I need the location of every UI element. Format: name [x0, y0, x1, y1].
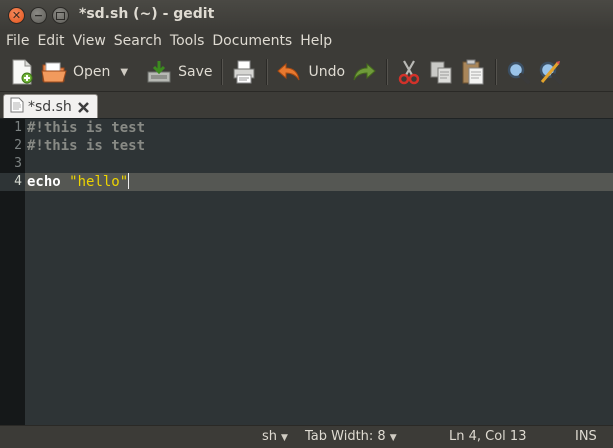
- print-button[interactable]: [228, 57, 260, 87]
- menu-help[interactable]: Help: [296, 33, 336, 49]
- undo-icon: [276, 59, 302, 85]
- menu-bar: File Edit View Search Tools Documents He…: [0, 30, 613, 52]
- find-icon: [505, 59, 531, 85]
- cut-button[interactable]: [393, 57, 425, 87]
- menu-edit[interactable]: Edit: [33, 33, 68, 49]
- minimize-window-button[interactable]: −: [30, 7, 47, 24]
- line-number: 3: [14, 156, 22, 171]
- chevron-down-icon: ▼: [389, 433, 397, 443]
- line-number: 2: [14, 138, 22, 153]
- keyword-token: echo: [27, 174, 61, 190]
- code-line-2: #!this is test: [27, 138, 146, 154]
- redo-button[interactable]: [348, 57, 380, 87]
- cut-icon: [396, 59, 422, 85]
- copy-button[interactable]: [425, 57, 457, 87]
- menu-file[interactable]: File: [2, 33, 33, 49]
- tab-width-selector[interactable]: Tab Width: 8 ▼: [305, 429, 397, 444]
- undo-button[interactable]: Undo: [273, 57, 348, 87]
- code-line-4: echo "hello": [27, 173, 130, 191]
- status-bar: sh ▼ Tab Width: 8 ▼ Ln 4, Col 13 INS: [0, 425, 613, 448]
- string-token: "hello": [69, 174, 129, 190]
- text-file-icon: [10, 97, 24, 117]
- save-label: Save: [178, 64, 213, 80]
- new-document-icon: [9, 59, 35, 85]
- chevron-down-icon: ▼: [281, 433, 288, 443]
- window-title: *sd.sh (~) - gedit: [79, 6, 215, 22]
- toolbar: Open ▼ Save Undo: [0, 53, 613, 91]
- insert-mode-indicator: INS: [575, 429, 597, 444]
- find-replace-button[interactable]: [534, 57, 566, 87]
- line-number: 1: [14, 120, 22, 135]
- menu-tools[interactable]: Tools: [166, 33, 209, 49]
- toolbar-separator: [495, 59, 497, 85]
- paste-icon: [460, 59, 486, 85]
- cursor-position: Ln 4, Col 13: [449, 429, 527, 444]
- new-button[interactable]: [6, 57, 38, 87]
- paste-button[interactable]: [457, 57, 489, 87]
- toolbar-separator: [386, 59, 388, 85]
- close-tab-icon[interactable]: [77, 98, 89, 117]
- menu-view[interactable]: View: [69, 33, 110, 49]
- toolbar-separator: [221, 59, 223, 85]
- chevron-down-icon[interactable]: ▼: [120, 67, 128, 78]
- redo-icon: [351, 59, 377, 85]
- text-editor[interactable]: 1 2 3 4 #!this is test #!this is test ec…: [0, 118, 613, 425]
- maximize-window-button[interactable]: [52, 7, 69, 24]
- save-button[interactable]: Save: [143, 57, 215, 87]
- open-button[interactable]: Open ▼: [38, 57, 131, 87]
- find-button[interactable]: [502, 57, 534, 87]
- text-cursor: [128, 173, 130, 189]
- menu-documents[interactable]: Documents: [208, 33, 296, 49]
- undo-label: Undo: [308, 64, 346, 80]
- toolbar-separator: [266, 59, 268, 85]
- find-replace-icon: [537, 59, 563, 85]
- tab-sd-sh[interactable]: *sd.sh: [3, 94, 98, 119]
- tab-label: *sd.sh: [28, 99, 72, 115]
- menu-search[interactable]: Search: [110, 33, 166, 49]
- title-bar: ✕ − *sd.sh (~) - gedit: [0, 0, 613, 30]
- line-number-current: 4: [0, 173, 25, 191]
- language-label: sh: [262, 429, 278, 444]
- code-line-1: #!this is test: [27, 120, 146, 136]
- language-selector[interactable]: sh ▼: [262, 429, 288, 444]
- close-window-button[interactable]: ✕: [8, 7, 25, 24]
- open-folder-icon: [41, 59, 67, 85]
- document-tab-bar: *sd.sh: [0, 91, 613, 119]
- print-icon: [231, 59, 257, 85]
- save-icon: [146, 59, 172, 85]
- tab-width-label: Tab Width: 8: [305, 429, 386, 444]
- open-label: Open: [73, 64, 111, 80]
- copy-icon: [428, 59, 454, 85]
